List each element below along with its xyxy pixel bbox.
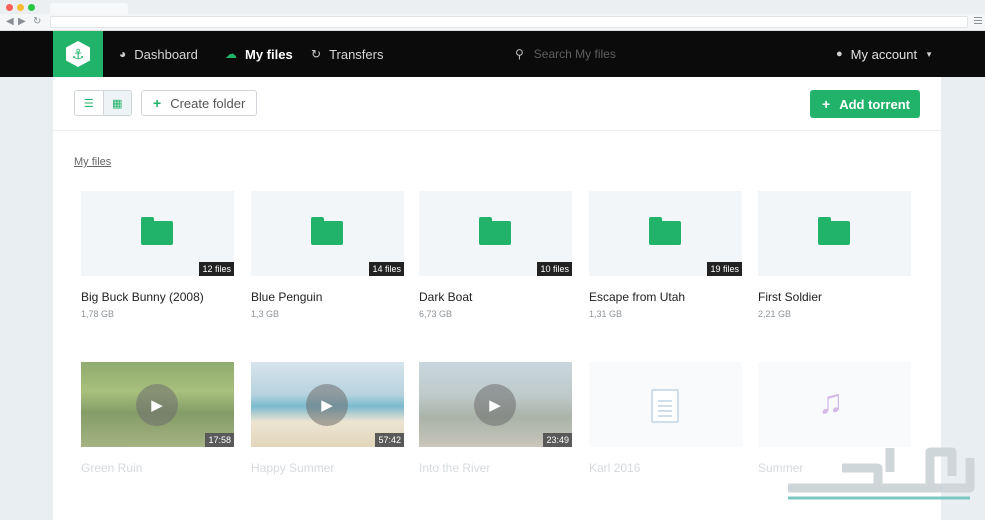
folder-name: Escape from Utah: [589, 290, 686, 304]
folder-icon: [649, 217, 681, 245]
video-card[interactable]: ▶ 57:42 Happy Summer: [251, 362, 404, 475]
folder-icon: [479, 217, 511, 245]
breadcrumb[interactable]: My files: [74, 156, 111, 168]
nav-item-transfers[interactable]: ↻ Transfers: [311, 31, 383, 77]
file-count-badge: 10 files: [537, 262, 572, 276]
document-thumbnail: [589, 362, 742, 447]
file-toolbar: ☰ ▦ + Create folder + Add torrent: [53, 77, 941, 131]
cloud-icon: ☁: [225, 47, 237, 61]
nav-item-label: Transfers: [329, 46, 384, 62]
chevron-down-icon: ▼: [925, 49, 934, 59]
close-window-icon[interactable]: [6, 4, 13, 11]
anchor-icon: ⚓: [66, 41, 90, 67]
list-view-button[interactable]: ☰: [75, 91, 103, 115]
plus-icon: +: [153, 95, 162, 111]
nav-item-dashboard[interactable]: ◕ Dashboard: [119, 31, 198, 77]
view-toggle: ☰ ▦: [74, 90, 132, 116]
browser-titlebar: [0, 0, 985, 14]
grid-icon: ▦: [112, 97, 123, 110]
video-thumbnail: ▶ 17:58: [81, 362, 234, 447]
folder-card[interactable]: First Soldier 2,21 GB: [758, 191, 911, 319]
folder-card[interactable]: 19 files Escape from Utah 1,31 GB: [589, 191, 742, 319]
folder-size: 1,78 GB: [81, 309, 115, 319]
maximize-window-icon[interactable]: [28, 4, 35, 11]
folder-size: 1,3 GB: [251, 309, 280, 319]
video-card[interactable]: ▶ 17:58 Green Ruin: [81, 362, 234, 475]
folder-thumbnail: 19 files: [589, 191, 742, 276]
create-folder-label: Create folder: [170, 95, 246, 111]
folder-name: First Soldier: [758, 290, 823, 304]
browser-menu-icon[interactable]: [974, 17, 982, 26]
document-icon: [651, 389, 679, 423]
search-bar: ⚲: [515, 31, 734, 77]
duration-badge: 23:49: [543, 433, 572, 447]
app-logo[interactable]: ⚓: [53, 31, 103, 77]
back-arrow-icon[interactable]: ◀: [6, 15, 14, 29]
folder-size: 2,21 GB: [758, 309, 792, 319]
add-torrent-button[interactable]: + Add torrent: [810, 90, 920, 118]
folder-card[interactable]: 12 files Big Buck Bunny (2008) 1,78 GB: [81, 191, 234, 319]
folder-thumbnail: 10 files: [419, 191, 572, 276]
add-torrent-label: Add torrent: [839, 96, 910, 112]
nav-item-label: Dashboard: [134, 46, 198, 62]
account-label: My account: [850, 46, 918, 62]
folder-thumbnail: 14 files: [251, 191, 404, 276]
file-name: Into the River: [419, 461, 491, 475]
folder-name: Big Buck Bunny (2008): [81, 290, 204, 304]
file-count-badge: 14 files: [369, 262, 404, 276]
folder-icon: [141, 217, 173, 245]
file-count-badge: 19 files: [707, 262, 742, 276]
folder-card[interactable]: 14 files Blue Penguin 1,3 GB: [251, 191, 404, 319]
video-thumbnail: ▶ 23:49: [419, 362, 572, 447]
folder-thumbnail: 12 files: [81, 191, 234, 276]
document-card[interactable]: Karl 2016: [589, 362, 742, 475]
folder-icon: [311, 217, 343, 245]
folder-name: Dark Boat: [419, 290, 473, 304]
folder-icon: [818, 217, 850, 245]
create-folder-button[interactable]: + Create folder: [141, 90, 257, 116]
folder-size: 1,31 GB: [589, 309, 623, 319]
duration-badge: 57:42: [375, 433, 404, 447]
nav-item-label: My files: [245, 46, 293, 62]
grid-view-button[interactable]: ▦: [102, 91, 131, 115]
file-browser-panel: ☰ ▦ + Create folder + Add torrent My fil…: [53, 77, 941, 520]
file-name: Green Ruin: [81, 461, 143, 475]
file-name: Karl 2016: [589, 461, 641, 475]
file-name: Happy Summer: [251, 461, 335, 475]
search-icon[interactable]: ⚲: [515, 47, 524, 61]
music-note-icon: ♫: [818, 383, 844, 421]
user-icon: ●: [836, 48, 843, 60]
nav-item-my-files[interactable]: ☁ My files: [225, 31, 293, 77]
refresh-icon: ↻: [311, 47, 322, 61]
minimize-window-icon[interactable]: [17, 4, 24, 11]
audio-card[interactable]: ♫ Summer: [758, 362, 911, 475]
address-bar[interactable]: [50, 16, 968, 28]
account-menu[interactable]: ● My account ▼: [836, 31, 933, 77]
audio-thumbnail: ♫: [758, 362, 911, 447]
top-navigation: ⚓ ◕ Dashboard ☁ My files ↻ Transfers ⚲ ●…: [0, 31, 985, 77]
play-icon[interactable]: ▶: [306, 384, 348, 426]
folder-card[interactable]: 10 files Dark Boat 6,73 GB: [419, 191, 572, 319]
search-input[interactable]: [533, 47, 734, 61]
video-thumbnail: ▶ 57:42: [251, 362, 404, 447]
file-name: Summer: [758, 461, 804, 475]
play-icon[interactable]: ▶: [474, 384, 516, 426]
browser-toolbar: ◀ ▶ ↻: [0, 14, 985, 31]
gauge-icon: ◕: [119, 47, 127, 61]
browser-tab[interactable]: [50, 3, 128, 14]
folder-name: Blue Penguin: [251, 290, 323, 304]
video-card[interactable]: ▶ 23:49 Into the River: [419, 362, 572, 475]
plus-icon: +: [822, 96, 831, 112]
folder-thumbnail: [758, 191, 911, 276]
folder-size: 6,73 GB: [419, 309, 453, 319]
duration-badge: 17:58: [205, 433, 234, 447]
play-icon[interactable]: ▶: [136, 384, 178, 426]
list-icon: ☰: [83, 97, 94, 110]
reload-icon[interactable]: ↻: [33, 15, 41, 29]
file-count-badge: 12 files: [199, 262, 234, 276]
forward-arrow-icon[interactable]: ▶: [18, 15, 26, 29]
